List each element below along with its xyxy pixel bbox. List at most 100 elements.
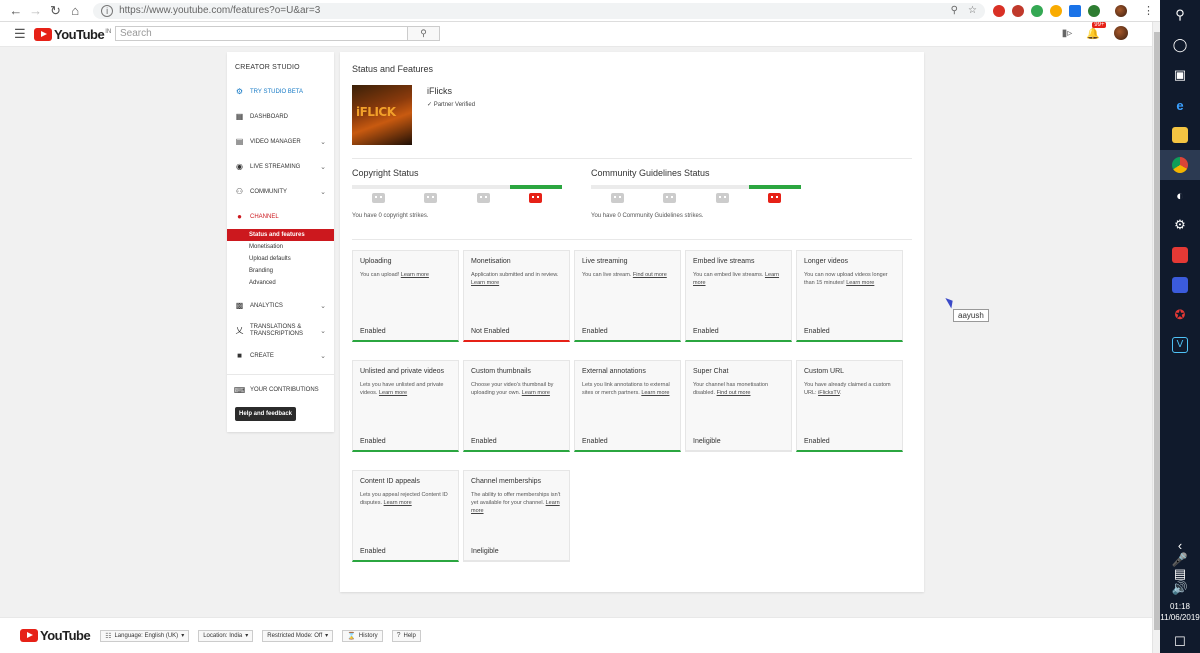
- task-view-icon[interactable]: ▣: [1160, 60, 1200, 90]
- forward-icon[interactable]: →: [26, 2, 46, 20]
- learn-more-link[interactable]: Learn more: [641, 390, 669, 396]
- cortana-icon[interactable]: ◯: [1160, 30, 1200, 60]
- extension-icon[interactable]: [1011, 4, 1024, 17]
- sidebar-item-video-manager[interactable]: ▤ VIDEO MANAGER ⌄: [227, 129, 334, 154]
- feature-card-embed-live-streams[interactable]: Embed live streams You can embed live st…: [685, 250, 792, 342]
- custom-url-link[interactable]: iFlicksTV: [818, 390, 840, 396]
- sidebar-item-label: YOUR CONTRIBUTIONS: [250, 387, 319, 393]
- youtube-wordmark: YouTube: [54, 26, 105, 42]
- reload-icon[interactable]: ↻: [46, 2, 66, 20]
- learn-more-link[interactable]: Learn more: [471, 280, 499, 286]
- sidebar-subitem-advanced[interactable]: Advanced: [227, 277, 334, 289]
- help-button[interactable]: ? Help: [391, 629, 421, 642]
- help-and-feedback-button[interactable]: Help and feedback: [235, 407, 297, 421]
- search-icon[interactable]: ⚲: [1160, 0, 1200, 30]
- bookmark-star-icon[interactable]: ☆: [968, 5, 977, 16]
- feature-card-super-chat[interactable]: Super Chat Your channel has monetisation…: [685, 360, 792, 452]
- feature-card-custom-thumbnails[interactable]: Custom thumbnails Choose your video's th…: [463, 360, 570, 452]
- feature-card-uploading[interactable]: Uploading You can upload! Learn more Ena…: [352, 250, 459, 342]
- chevron-up-icon[interactable]: ‹: [1160, 537, 1200, 553]
- sidebar-item-analytics[interactable]: ▩ ANALYTICS ⌄: [227, 293, 334, 318]
- learn-more-link[interactable]: Learn more: [522, 390, 550, 396]
- sidebar-item-create[interactable]: ■ CREATE ⌄: [227, 343, 334, 368]
- feature-card-unlisted-private[interactable]: Unlisted and private videos Lets you hav…: [352, 360, 459, 452]
- extension-icon[interactable]: [1049, 4, 1062, 17]
- edge-icon[interactable]: e: [1160, 90, 1200, 120]
- footer-youtube-logo[interactable]: YouTube: [20, 628, 91, 643]
- sidebar-item-translations[interactable]: 乂 TRANSLATIONS & TRANSCRIPTIONS ⌄: [227, 318, 334, 343]
- card-description: Application submitted and in review. Lea…: [471, 271, 562, 287]
- strike-segment: [457, 185, 510, 189]
- network-icon[interactable]: ▤: [1160, 566, 1200, 581]
- learn-more-link[interactable]: Learn more: [384, 500, 412, 506]
- find-out-more-link[interactable]: Find out more: [633, 272, 667, 278]
- feature-card-longer-videos[interactable]: Longer videos You can now upload videos …: [796, 250, 903, 342]
- back-icon[interactable]: ←: [6, 2, 26, 20]
- profile-avatar[interactable]: [1114, 4, 1127, 17]
- caret-down-icon: ▾: [245, 633, 249, 639]
- browser-menu-icon[interactable]: ⋮: [1143, 4, 1154, 17]
- community-guidelines-status: Community Guidelines Status You have 0 C…: [591, 168, 801, 219]
- notifications-icon[interactable]: 🔔 99+: [1086, 21, 1107, 40]
- mic-icon[interactable]: 🎤: [1160, 552, 1200, 567]
- sidebar-subitem-upload-defaults[interactable]: Upload defaults: [227, 253, 334, 265]
- vegas-icon[interactable]: V: [1160, 330, 1200, 360]
- restricted-mode-select[interactable]: Restricted Mode: Off ▾: [262, 629, 334, 642]
- chevron-down-icon: ⌄: [320, 163, 326, 171]
- youtube-logo[interactable]: YouTube IN: [34, 27, 111, 42]
- zoom-icon[interactable]: ⚲: [951, 5, 958, 16]
- steam-icon[interactable]: ⚙: [1160, 210, 1200, 240]
- sidebar-subitem-status-and-features[interactable]: Status and features: [227, 229, 334, 241]
- clock[interactable]: 01:18 11/06/2019: [1160, 601, 1199, 623]
- speedometer-icon[interactable]: ◐: [1160, 180, 1200, 210]
- feature-card-channel-memberships[interactable]: Channel memberships The ability to offer…: [463, 470, 570, 562]
- strike-segment: [404, 185, 457, 189]
- learn-more-link[interactable]: Learn more: [401, 272, 429, 278]
- card-description: Your channel has monetisation disabled. …: [693, 381, 784, 397]
- extension-icon[interactable]: [1087, 4, 1100, 17]
- extension-icon[interactable]: [992, 4, 1005, 17]
- card-description: Lets you appeal rejected Content ID disp…: [360, 491, 451, 507]
- feature-card-content-id-appeals[interactable]: Content ID appeals Lets you appeal rejec…: [352, 470, 459, 562]
- menu-icon[interactable]: ☰: [14, 26, 30, 42]
- app-red-icon[interactable]: [1160, 240, 1200, 270]
- address-bar[interactable]: i https://www.youtube.com/features?o=U&a…: [93, 2, 985, 19]
- history-button[interactable]: ⌛ History: [342, 629, 383, 642]
- card-description: The ability to offer memberships isn't y…: [471, 491, 562, 515]
- find-out-more-link[interactable]: Find out more: [717, 390, 751, 396]
- extension-icon[interactable]: [1068, 4, 1081, 17]
- sidebar-subitem-branding[interactable]: Branding: [227, 265, 334, 277]
- feature-card-custom-url[interactable]: Custom URL You have already claimed a cu…: [796, 360, 903, 452]
- learn-more-link[interactable]: Learn more: [379, 390, 407, 396]
- feature-card-external-annotations[interactable]: External annotations Lets you link annot…: [574, 360, 681, 452]
- feature-cards-grid: Uploading You can upload! Learn more Ena…: [352, 250, 912, 562]
- sidebar-item-your-contributions[interactable]: ⌨ YOUR CONTRIBUTIONS: [227, 381, 334, 399]
- volume-icon[interactable]: 🔊: [1160, 580, 1200, 595]
- app-icon[interactable]: ✪: [1160, 300, 1200, 330]
- home-icon[interactable]: ⌂: [65, 2, 85, 20]
- search-input[interactable]: Search: [115, 26, 408, 41]
- file-explorer-icon[interactable]: [1160, 120, 1200, 150]
- learn-more-link[interactable]: Learn more: [846, 280, 874, 286]
- sidebar-subitem-monetisation[interactable]: Monetisation: [227, 241, 334, 253]
- action-center-icon[interactable]: ☐: [1160, 631, 1200, 653]
- location-select[interactable]: Location: India ▾: [198, 629, 254, 642]
- avatar[interactable]: [1114, 26, 1128, 40]
- info-icon[interactable]: i: [101, 4, 114, 17]
- creator-studio-sidebar: CREATOR STUDIO ⚙ TRY STUDIO BETA ▦ DASHB…: [227, 52, 334, 432]
- sidebar-item-live-streaming[interactable]: ◉ LIVE STREAMING ⌄: [227, 154, 334, 179]
- feature-card-monetisation[interactable]: Monetisation Application submitted and i…: [463, 250, 570, 342]
- app-icon[interactable]: [1160, 270, 1200, 300]
- extension-icon[interactable]: [1030, 4, 1043, 17]
- feature-card-live-streaming[interactable]: Live streaming You can live stream. Find…: [574, 250, 681, 342]
- chrome-icon[interactable]: [1160, 150, 1200, 180]
- sidebar-item-channel[interactable]: ● CHANNEL: [227, 204, 334, 229]
- upload-video-icon[interactable]: ▮▹: [1062, 28, 1073, 39]
- sidebar-item-dashboard[interactable]: ▦ DASHBOARD: [227, 104, 334, 129]
- card-title: Monetisation: [471, 258, 511, 265]
- search-button[interactable]: ⚲: [407, 26, 440, 41]
- page-scrollbar[interactable]: [1152, 22, 1160, 653]
- sidebar-item-try-beta[interactable]: ⚙ TRY STUDIO BETA: [227, 79, 334, 104]
- language-select[interactable]: ☷ Language: English (UK) ▾: [100, 629, 190, 642]
- sidebar-item-community[interactable]: ⚇ COMMUNITY ⌄: [227, 179, 334, 204]
